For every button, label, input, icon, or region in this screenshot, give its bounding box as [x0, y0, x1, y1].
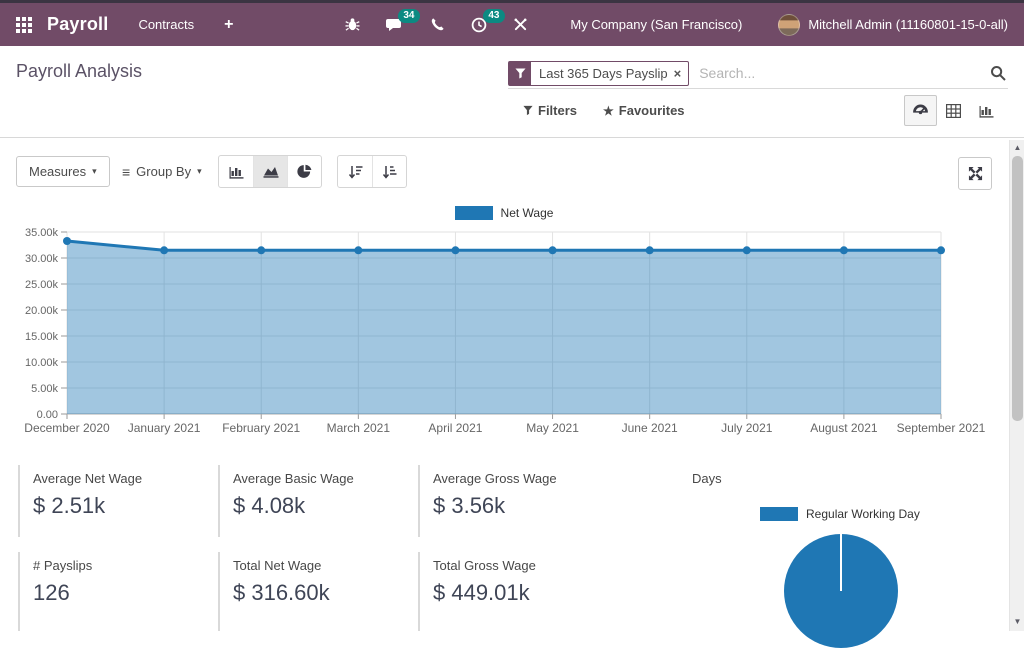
card-stub [18, 622, 208, 631]
stat-card-average-basic-wage: Average Basic Wage $ 4.08k [218, 465, 408, 537]
user-menu[interactable]: Mitchell Admin (11160801-15-0-all) [808, 17, 1008, 32]
menu-more-plus[interactable]: + [224, 16, 233, 34]
svg-text:September 2021: September 2021 [897, 421, 986, 435]
svg-text:January 2021: January 2021 [128, 421, 201, 435]
svg-text:30.00k: 30.00k [25, 253, 59, 265]
stat-card-total-gross-wage: Total Gross Wage $ 449.01k [418, 552, 608, 624]
legend-swatch [760, 507, 798, 521]
caret-down-icon: ▾ [92, 166, 97, 177]
measures-button[interactable]: Measures ▾ [16, 156, 110, 187]
activities-clock-icon[interactable]: 43 [471, 17, 487, 33]
stat-card-total-net-wage: Total Net Wage $ 316.60k [218, 552, 408, 624]
svg-text:December 2020: December 2020 [24, 421, 110, 435]
activities-count-badge: 43 [483, 9, 504, 23]
stat-card-payslip-count: # Payslips 126 [18, 552, 208, 624]
facet-remove-icon[interactable]: × [674, 62, 689, 85]
phone-icon[interactable] [430, 17, 445, 32]
view-dashboard-button[interactable] [904, 95, 937, 126]
scroll-up-arrow-icon[interactable]: ▲ [1010, 143, 1024, 152]
user-avatar[interactable] [778, 14, 800, 36]
tools-icon[interactable] [513, 17, 528, 32]
filters-label: Filters [538, 103, 577, 118]
company-menu[interactable]: My Company (San Francisco) [570, 17, 742, 32]
messages-icon[interactable]: 34 [386, 17, 404, 33]
search-input[interactable] [697, 64, 990, 82]
scrollbar-thumb[interactable] [1012, 156, 1023, 421]
chart-type-bar-button[interactable] [219, 156, 253, 187]
debug-bug-icon[interactable] [345, 17, 360, 32]
svg-text:May 2021: May 2021 [526, 421, 579, 435]
header-divider [0, 137, 1024, 138]
bar-chart-icon [979, 104, 994, 118]
view-graph-button[interactable] [970, 95, 1003, 126]
filters-button[interactable]: Filters [523, 103, 577, 118]
star-icon: ★ [603, 104, 614, 118]
apps-menu-icon[interactable] [16, 17, 32, 33]
legend-label: Regular Working Day [806, 507, 920, 521]
sort-amount-asc-icon [382, 165, 397, 179]
svg-text:20.00k: 20.00k [25, 305, 59, 317]
caret-down-icon: ▾ [197, 166, 202, 177]
svg-text:February 2021: February 2021 [222, 421, 300, 435]
arrows-alt-icon [968, 166, 983, 181]
bar-chart-icon [229, 165, 244, 179]
svg-text:15.00k: 15.00k [25, 331, 59, 343]
menu-contracts[interactable]: Contracts [138, 17, 194, 32]
top-navbar: Payroll Contracts + 34 [0, 0, 1024, 46]
pie-legend[interactable]: Regular Working Day [760, 507, 920, 521]
vertical-scrollbar[interactable]: ▲ ▼ [1009, 140, 1024, 631]
group-by-button[interactable]: ≡ Group By ▾ [122, 156, 202, 187]
svg-text:0.00: 0.00 [37, 409, 58, 421]
search-facet[interactable]: Last 365 Days Payslip × [508, 61, 689, 86]
svg-text:25.00k: 25.00k [25, 279, 59, 291]
svg-text:April 2021: April 2021 [428, 421, 482, 435]
pivot-grid-icon [946, 104, 961, 118]
view-switcher [904, 95, 1003, 126]
pie-chart-icon [297, 164, 312, 179]
svg-text:5.00k: 5.00k [31, 383, 58, 395]
sort-desc-button[interactable] [338, 156, 372, 187]
sort-amount-desc-icon [348, 165, 363, 179]
card-stub [218, 622, 408, 631]
stat-card-average-gross-wage: Average Gross Wage $ 3.56k [418, 465, 608, 537]
search-bar[interactable]: Last 365 Days Payslip × [508, 58, 1008, 89]
chart-type-area-button[interactable] [253, 156, 287, 187]
sort-group [337, 155, 407, 188]
svg-text:March 2021: March 2021 [327, 421, 391, 435]
favourites-label: Favourites [619, 103, 685, 118]
stat-card-average-net-wage: Average Net Wage $ 2.51k [18, 465, 208, 537]
favourites-button[interactable]: ★ Favourites [603, 103, 685, 118]
app-brand[interactable]: Payroll [47, 14, 108, 35]
days-section-title: Days [692, 471, 722, 486]
chart-type-group [218, 155, 322, 188]
svg-text:July 2021: July 2021 [721, 421, 773, 435]
page-title: Payroll Analysis [16, 61, 142, 82]
svg-text:10.00k: 10.00k [25, 357, 59, 369]
view-pivot-button[interactable] [937, 95, 970, 126]
sort-asc-button[interactable] [372, 156, 406, 187]
facet-label: Last 365 Days Payslip [531, 62, 674, 85]
scroll-down-arrow-icon[interactable]: ▼ [1010, 617, 1024, 626]
days-pie-chart[interactable] [781, 531, 901, 651]
expand-fullscreen-button[interactable] [958, 157, 992, 190]
search-icon[interactable] [990, 65, 1006, 81]
svg-text:35.00k: 35.00k [25, 227, 59, 239]
net-wage-area-chart[interactable]: December 2020 January 2021 February 2021 Ma… [0, 195, 1008, 445]
facet-filter-icon [509, 62, 531, 85]
card-stub [418, 622, 608, 631]
group-by-bars-icon: ≡ [122, 164, 130, 180]
svg-text:June 2021: June 2021 [622, 421, 678, 435]
svg-text:August 2021: August 2021 [810, 421, 878, 435]
chart-type-pie-button[interactable] [287, 156, 321, 187]
tachometer-icon [912, 103, 929, 118]
area-chart-icon [263, 165, 279, 178]
messages-count-badge: 34 [398, 9, 419, 23]
